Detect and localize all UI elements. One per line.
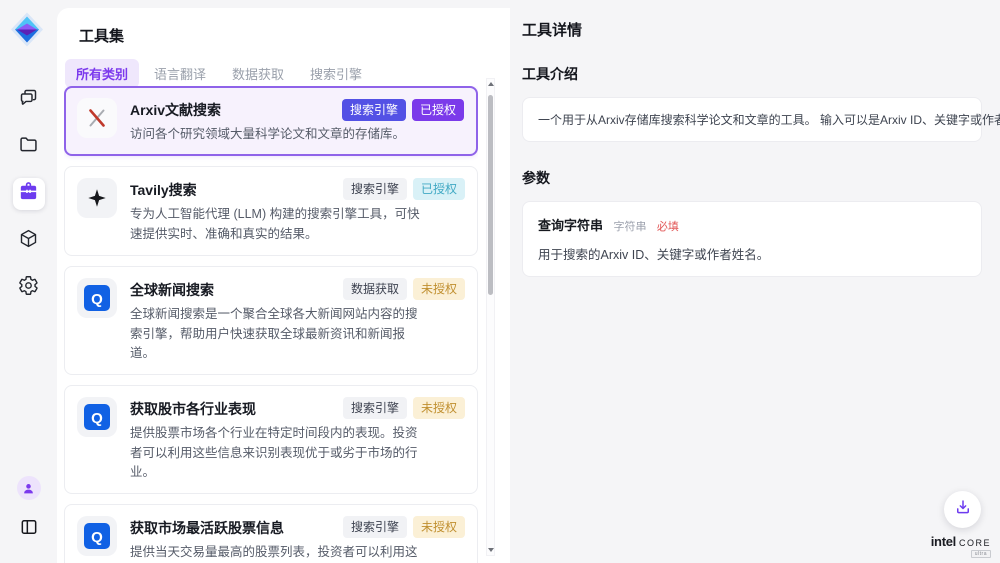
user-avatar-icon xyxy=(17,476,41,500)
tool-card-global-news[interactable]: Q 全球新闻搜索 全球新闻搜索是一个聚合全球各大新闻网站内容的搜索引擎，帮助用户… xyxy=(64,266,478,375)
user-avatar[interactable] xyxy=(13,472,45,504)
rail-bottom xyxy=(0,472,57,545)
core-wordmark: core xyxy=(959,534,991,549)
tab-data-fetch[interactable]: 数据获取 xyxy=(221,59,295,88)
toolset-title: 工具集 xyxy=(79,25,124,46)
svg-text:Q: Q xyxy=(91,410,103,427)
tab-translation[interactable]: 语言翻译 xyxy=(143,59,217,88)
intro-box: 一个用于从Arxiv存储库搜索科学论文和文章的工具。 输入可以是Arxiv ID… xyxy=(522,97,982,142)
param-desc: 用于搜索的Arxiv ID、关键字或作者姓名。 xyxy=(538,244,966,263)
auth-status-badge: 已授权 xyxy=(412,99,464,121)
toolset-panel: 工具集 所有类别语言翻译数据获取搜索引擎 Arxiv文献搜索 访问各个研究领域大… xyxy=(57,8,510,563)
sidebar-item-settings[interactable] xyxy=(13,272,45,304)
param-box: 查询字符串 字符串 必填 用于搜索的Arxiv ID、关键字或作者姓名。 xyxy=(522,201,982,277)
auth-status-badge: 未授权 xyxy=(413,397,465,419)
tool-badges: 搜索引擎 已授权 xyxy=(343,178,465,200)
intel-core-logo: intelcore ultra xyxy=(931,535,991,558)
category-badge: 搜索引擎 xyxy=(342,99,406,121)
folder-icon xyxy=(18,134,39,160)
app-logo[interactable] xyxy=(10,11,44,48)
arxiv-x-icon xyxy=(77,98,117,138)
auth-status-badge: 已授权 xyxy=(413,178,465,200)
rail-nav xyxy=(0,84,57,304)
tool-card-most-active-stocks[interactable]: Q 获取市场最活跃股票信息 提供当天交易量最高的股票列表，投资者可以利用这些信息… xyxy=(64,504,478,563)
list-scrollbar[interactable] xyxy=(486,78,495,556)
tavily-star-icon xyxy=(77,178,117,218)
sidebar-item-packages[interactable] xyxy=(13,225,45,257)
tool-badges: 数据获取 未授权 xyxy=(343,278,465,300)
intro-heading: 工具介绍 xyxy=(522,64,982,84)
category-badge: 搜索引擎 xyxy=(343,397,407,419)
svg-text:Q: Q xyxy=(91,529,103,546)
ultra-badge: ultra xyxy=(971,550,991,558)
download-button[interactable] xyxy=(944,491,981,528)
param-name: 查询字符串 xyxy=(538,218,603,233)
scroll-down-arrow-icon[interactable] xyxy=(488,548,494,552)
tab-all[interactable]: 所有类别 xyxy=(65,59,139,88)
param-type: 字符串 xyxy=(613,221,646,233)
sidebar-item-chat[interactable] xyxy=(13,84,45,116)
tool-badges: 搜索引擎 未授权 xyxy=(343,516,465,538)
tool-badges: 搜索引擎 未授权 xyxy=(343,397,465,419)
svg-text:Q: Q xyxy=(91,291,103,308)
tool-desc: 访问各个研究领域大量科学论文和文章的存储库。 xyxy=(130,125,422,144)
auth-status-badge: 未授权 xyxy=(413,278,465,300)
param-required-flag: 必填 xyxy=(657,221,679,233)
category-badge: 搜索引擎 xyxy=(343,178,407,200)
tool-card-arxiv[interactable]: Arxiv文献搜索 访问各个研究领域大量科学论文和文章的存储库。 搜索引擎 已授… xyxy=(64,86,478,156)
tool-desc: 提供当天交易量最高的股票列表，投资者可以利用这些信息来识别流动性强的股票和潜在的… xyxy=(130,543,422,563)
cube-icon xyxy=(18,228,39,254)
params-heading: 参数 xyxy=(522,168,982,188)
tool-desc: 专为人工智能代理 (LLM) 构建的搜索引擎工具，可快速提供实时、准确和真实的结… xyxy=(130,205,422,244)
category-tabs: 所有类别语言翻译数据获取搜索引擎 xyxy=(65,59,373,88)
tool-desc: 提供股票市场各个行业在特定时间段内的表现。投资者可以利用这些信息来识别表现优于或… xyxy=(130,424,422,482)
tool-card-tavily[interactable]: Tavily搜索 专为人工智能代理 (LLM) 构建的搜索引擎工具，可快速提供实… xyxy=(64,166,478,256)
auth-status-badge: 未授权 xyxy=(413,516,465,538)
q-blue-icon: Q xyxy=(77,397,117,437)
sidebar-layout-icon xyxy=(19,517,39,542)
gear-icon xyxy=(18,275,39,301)
param-head: 查询字符串 字符串 必填 xyxy=(538,215,966,235)
sidebar-item-tools[interactable] xyxy=(13,178,45,210)
category-badge: 数据获取 xyxy=(343,278,407,300)
q-blue-icon: Q xyxy=(77,516,117,556)
panel-toggle-button[interactable] xyxy=(13,513,45,545)
q-blue-icon: Q xyxy=(77,278,117,318)
chat-icon xyxy=(18,87,39,113)
tab-search-engine[interactable]: 搜索引擎 xyxy=(299,59,373,88)
scroll-up-arrow-icon[interactable] xyxy=(488,82,494,86)
toolbox-icon xyxy=(17,180,40,208)
download-icon xyxy=(954,498,972,521)
sidebar-item-files[interactable] xyxy=(13,131,45,163)
scrollbar-thumb[interactable] xyxy=(488,95,493,295)
tool-card-stock-sector[interactable]: Q 获取股市各行业表现 提供股票市场各个行业在特定时间段内的表现。投资者可以利用… xyxy=(64,385,478,494)
intro-text: 一个用于从Arxiv存储库搜索科学论文和文章的工具。 输入可以是Arxiv ID… xyxy=(538,111,966,128)
category-badge: 搜索引擎 xyxy=(343,516,407,538)
tool-desc: 全球新闻搜索是一个聚合全球各大新闻网站内容的搜索引擎，帮助用户快速获取全球最新资… xyxy=(130,305,422,363)
tool-list: Arxiv文献搜索 访问各个研究领域大量科学论文和文章的存储库。 搜索引擎 已授… xyxy=(64,86,478,563)
app-window: 工具集 所有类别语言翻译数据获取搜索引擎 Arxiv文献搜索 访问各个研究领域大… xyxy=(0,0,1000,563)
intel-wordmark: intel xyxy=(931,534,956,549)
left-rail xyxy=(0,0,57,563)
details-title: 工具详情 xyxy=(522,19,982,40)
tool-details-panel: 工具详情 工具介绍 一个用于从Arxiv存储库搜索科学论文和文章的工具。 输入可… xyxy=(510,0,1000,563)
tool-badges: 搜索引擎 已授权 xyxy=(342,99,464,121)
